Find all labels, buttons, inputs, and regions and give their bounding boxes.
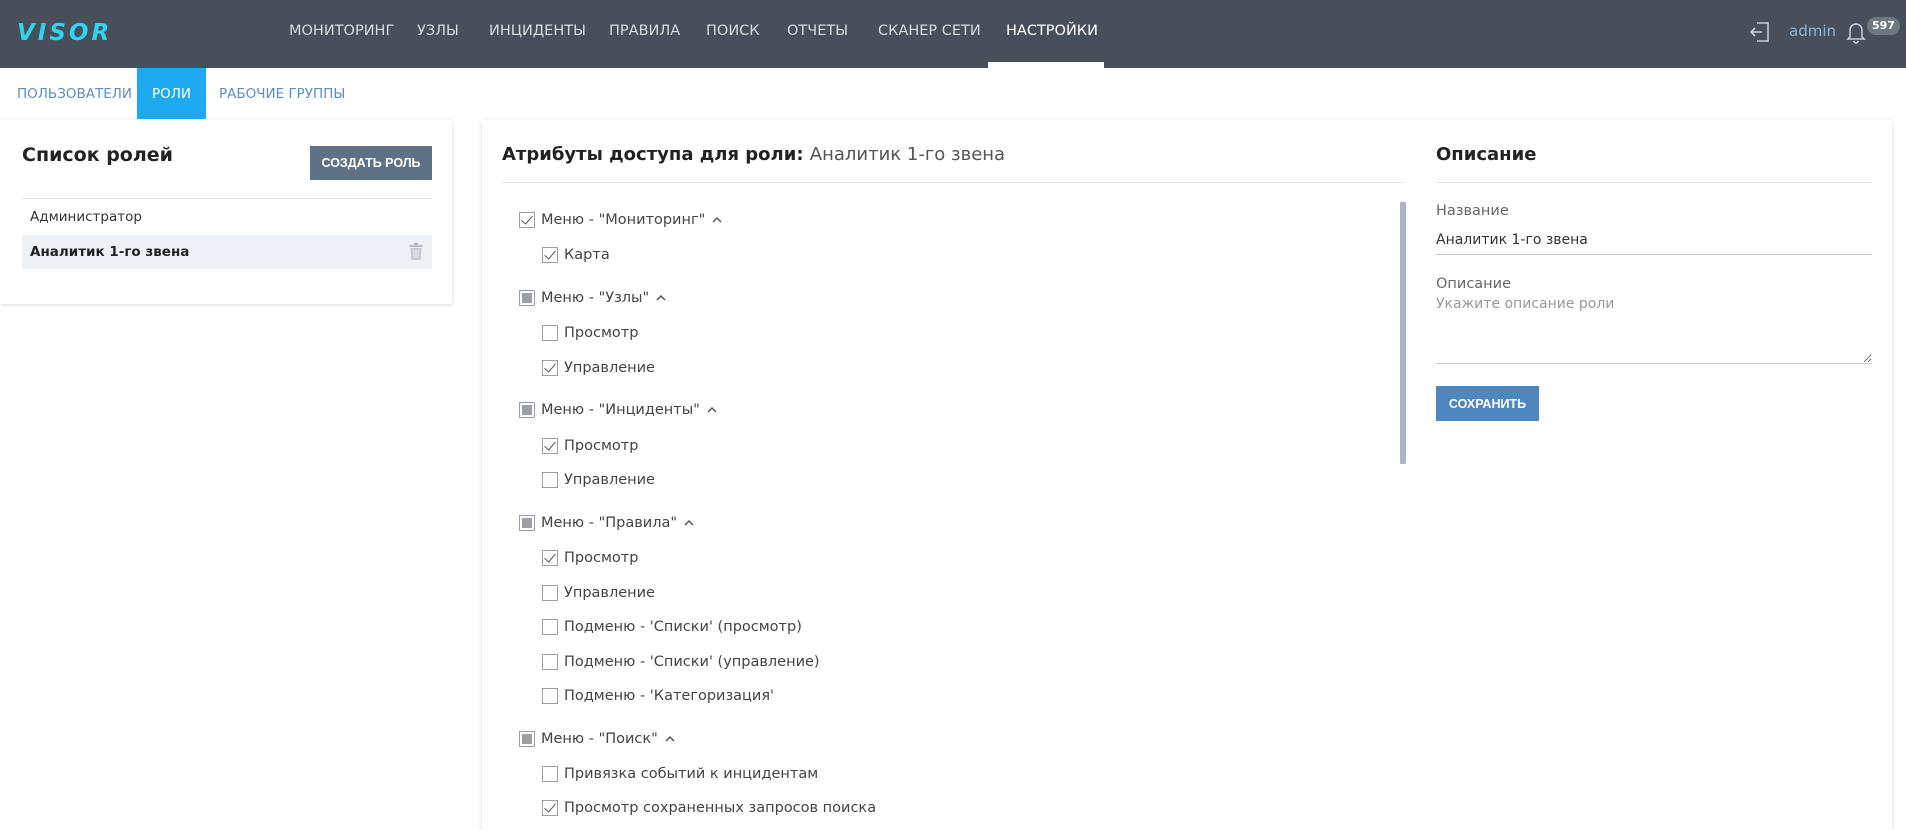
nav-item-nodes[interactable]: УЗЛЫ (417, 0, 459, 68)
checkbox[interactable] (542, 360, 558, 376)
chevron-up-icon[interactable] (707, 406, 717, 414)
checkbox[interactable] (542, 550, 558, 566)
checkbox[interactable] (542, 325, 558, 341)
perm-item-label: Привязка событий к инцидентам (564, 766, 819, 782)
perm-item[interactable]: Подменю - 'Списки' (просмотр) (542, 619, 802, 635)
perm-item[interactable]: Просмотр сохраненных запросов поиска (542, 800, 876, 816)
top-navbar: VISOR МОНИТОРИНГ УЗЛЫ ИНЦИДЕНТЫ ПРАВИЛА … (0, 0, 1906, 68)
divider (1436, 182, 1872, 183)
nav-item-rules[interactable]: ПРАВИЛА (609, 0, 680, 68)
perm-group-label: Меню - "Поиск" (541, 731, 658, 747)
checkbox[interactable] (519, 515, 535, 531)
role-item-administrator[interactable]: Администратор (22, 200, 432, 234)
divider (502, 182, 1406, 183)
perm-item-label: Карта (564, 247, 610, 263)
logout-icon[interactable] (1749, 20, 1771, 44)
perm-item-label: Подменю - 'Категоризация' (564, 688, 775, 704)
perm-item-label: Просмотр (564, 438, 639, 454)
user-name[interactable]: admin (1789, 22, 1836, 40)
tab-workgroups[interactable]: РАБОЧИЕ ГРУППЫ (219, 68, 345, 119)
role-item-label: Администратор (30, 209, 142, 225)
chevron-up-icon[interactable] (656, 294, 666, 302)
attributes-title: Атрибуты доступа для роли: Аналитик 1-го… (502, 144, 1005, 165)
nav-item-settings[interactable]: НАСТРОЙКИ (1006, 0, 1098, 68)
checkbox[interactable] (542, 800, 558, 816)
perm-item[interactable]: Привязка событий к инцидентам (542, 766, 818, 782)
nav-item-incidents[interactable]: ИНЦИДЕНТЫ (489, 0, 586, 68)
checkbox[interactable] (519, 402, 535, 418)
perm-item[interactable]: Подменю - 'Категоризация' (542, 688, 774, 704)
checkbox[interactable] (542, 619, 558, 635)
perm-group-monitoring[interactable]: Меню - "Мониторинг" (519, 212, 722, 228)
chevron-up-icon[interactable] (684, 519, 694, 527)
tab-users[interactable]: ПОЛЬЗОВАТЕЛИ (17, 68, 132, 119)
perm-item-label: Управление (564, 360, 655, 376)
checkbox[interactable] (542, 585, 558, 601)
perm-item[interactable]: Просмотр (542, 325, 638, 341)
perm-item[interactable]: Просмотр (542, 550, 638, 566)
roles-list-panel: Список ролей СОЗДАТЬ РОЛЬ Администратор … (0, 120, 452, 304)
perm-item-label: Управление (564, 472, 655, 488)
perm-group-label: Меню - "Мониторинг" (541, 212, 706, 228)
nav-item-reports[interactable]: ОТЧЕТЫ (787, 0, 848, 68)
title-separator: : (796, 144, 810, 165)
nav-item-search[interactable]: ПОИСК (706, 0, 760, 68)
checkbox[interactable] (542, 472, 558, 488)
role-attributes-panel: Атрибуты доступа для роли: Аналитик 1-го… (482, 120, 1892, 830)
role-name-input[interactable] (1436, 225, 1872, 255)
perm-item-label: Подменю - 'Списки' (управление) (564, 654, 820, 670)
permissions-scrollbar[interactable] (1400, 202, 1406, 464)
visor-logo[interactable]: VISOR (17, 20, 112, 46)
perm-item-label: Просмотр (564, 325, 639, 341)
save-button[interactable]: СОХРАНИТЬ (1436, 386, 1539, 421)
notifications-badge: 597 (1867, 17, 1900, 35)
perm-item-label: Просмотр сохраненных запросов поиска (564, 800, 877, 816)
perm-item[interactable]: Подменю - 'Списки' (управление) (542, 654, 820, 670)
role-description-textarea[interactable] (1436, 296, 1872, 364)
description-field-label: Описание (1436, 276, 1511, 292)
perm-item[interactable]: Управление (542, 360, 655, 376)
checkbox[interactable] (542, 688, 558, 704)
bell-icon[interactable] (1845, 20, 1867, 44)
chevron-up-icon[interactable] (665, 735, 675, 743)
nav-item-network-scanner[interactable]: СКАНЕР СЕТИ (878, 0, 981, 68)
role-item-analyst[interactable]: Аналитик 1-го звена (22, 235, 432, 269)
name-field-label: Название (1436, 203, 1509, 219)
roles-list-title: Список ролей (22, 144, 173, 166)
chevron-up-icon[interactable] (712, 216, 722, 224)
attributes-role-name: Аналитик 1-го звена (809, 144, 1006, 165)
checkbox[interactable] (519, 731, 535, 747)
checkbox[interactable] (542, 766, 558, 782)
checkbox[interactable] (519, 290, 535, 306)
perm-group-label: Меню - "Инциденты" (541, 402, 700, 418)
role-item-label: Аналитик 1-го звена (30, 244, 190, 260)
trash-icon[interactable] (409, 243, 423, 260)
create-role-button[interactable]: СОЗДАТЬ РОЛЬ (310, 146, 432, 180)
perm-group-search[interactable]: Меню - "Поиск" (519, 731, 675, 747)
perm-item[interactable]: Управление (542, 472, 655, 488)
description-title: Описание (1436, 144, 1537, 165)
checkbox[interactable] (542, 654, 558, 670)
attributes-title-label: Атрибуты доступа для роли (502, 144, 797, 165)
nav-item-monitoring[interactable]: МОНИТОРИНГ (289, 0, 394, 68)
perm-item-label: Просмотр (564, 550, 639, 566)
perm-item[interactable]: Карта (542, 247, 610, 263)
perm-item[interactable]: Просмотр (542, 438, 638, 454)
checkbox[interactable] (542, 438, 558, 454)
divider (22, 198, 432, 199)
perm-item-label: Управление (564, 585, 655, 601)
tab-roles[interactable]: РОЛИ (137, 68, 207, 119)
checkbox[interactable] (519, 212, 535, 228)
perm-item[interactable]: Управление (542, 585, 655, 601)
perm-group-incidents[interactable]: Меню - "Инциденты" (519, 402, 717, 418)
perm-item-label: Подменю - 'Списки' (просмотр) (564, 619, 802, 635)
checkbox[interactable] (542, 247, 558, 263)
perm-group-rules[interactable]: Меню - "Правила" (519, 515, 694, 531)
perm-group-label: Меню - "Правила" (541, 515, 678, 531)
perm-group-label: Меню - "Узлы" (541, 290, 650, 306)
perm-group-nodes[interactable]: Меню - "Узлы" (519, 290, 666, 306)
settings-subtabs: ПОЛЬЗОВАТЕЛИ РОЛИ РАБОЧИЕ ГРУППЫ (0, 68, 1906, 120)
